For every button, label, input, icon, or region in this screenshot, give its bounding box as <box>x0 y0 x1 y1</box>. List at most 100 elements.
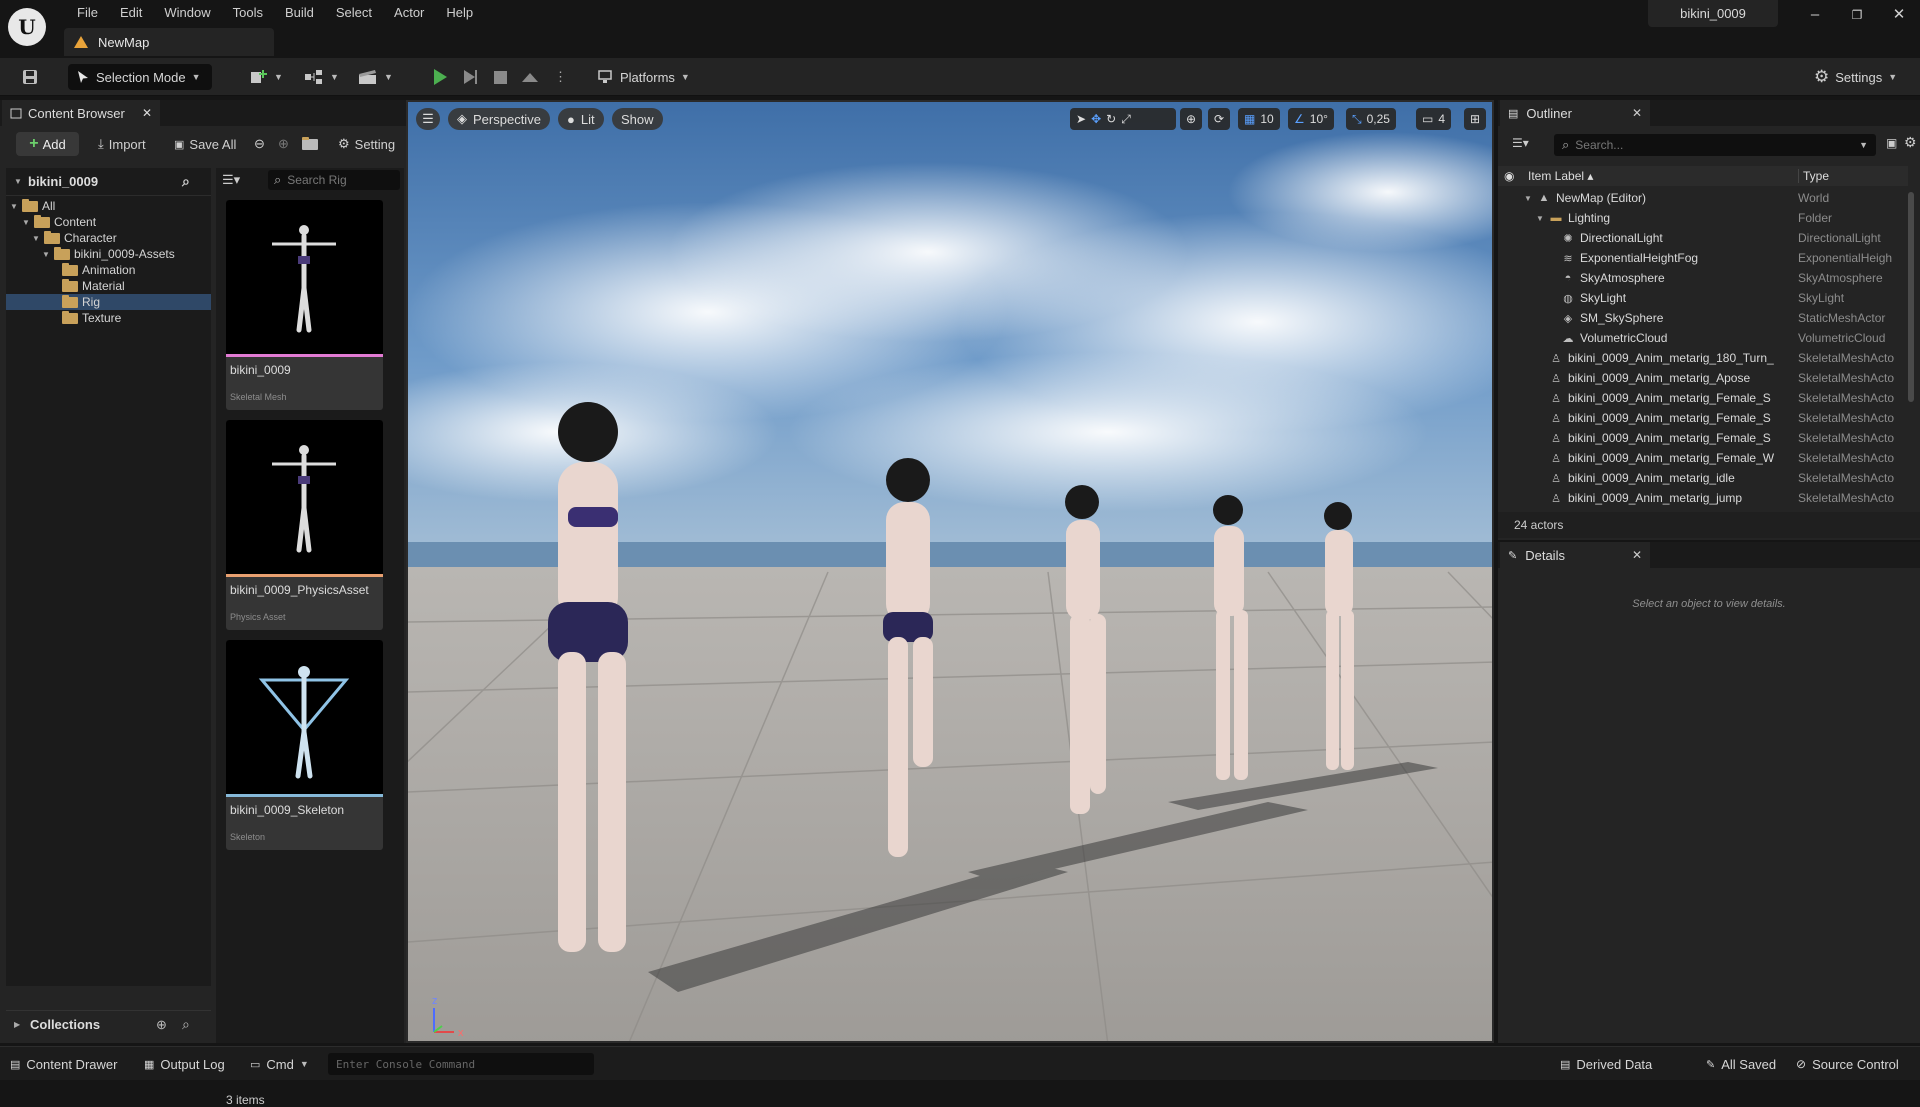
viewport-layout-button[interactable]: ⊞ <box>1464 108 1487 130</box>
outliner-row[interactable]: ♙ bikini_0009_Anim_metarig_Female_W Skelet… <box>1498 448 1906 468</box>
console-command-input[interactable]: Enter Console Command <box>328 1053 594 1075</box>
play-button[interactable] <box>426 64 455 90</box>
outliner-row[interactable]: ◍ SkyLight SkyLight <box>1498 288 1906 308</box>
outliner-row[interactable]: ♙ bikini_0009_Anim_metarig_Female_S Skelet… <box>1498 408 1906 428</box>
grid-snap-button[interactable]: ▦ 10 <box>1238 108 1280 130</box>
rotate-tool-icon[interactable]: ↻ <box>1106 112 1116 126</box>
tree-item-character[interactable]: ▼ Character <box>6 230 211 246</box>
outliner-row[interactable]: ♙ bikini_0009_Anim_metarig_Female_S Skelet… <box>1498 428 1906 448</box>
cinematics-button[interactable]: ▼ <box>350 64 401 90</box>
minimize-icon[interactable]: – <box>1802 4 1828 26</box>
tree-item-content[interactable]: ▼ Content <box>6 214 211 230</box>
camera-speed-button[interactable]: ▭ 4 <box>1416 108 1452 130</box>
menu-help[interactable]: Help <box>435 3 484 23</box>
tab-content-browser[interactable]: Content Browser ✕ <box>2 100 160 126</box>
content-drawer-button[interactable]: ▤ Content Drawer <box>10 1047 117 1081</box>
outliner-row[interactable]: ♙ bikini_0009_Anim_metarig_jump SkeletalMe… <box>1498 488 1906 506</box>
collapse-arrow-icon[interactable]: ▼ <box>14 177 22 186</box>
add-folder-icon[interactable]: ▣ <box>1886 136 1897 150</box>
forward-button[interactable]: ⊕ <box>278 132 289 156</box>
source-control-button[interactable]: ⊘ Source Control <box>1796 1047 1899 1081</box>
menu-actor[interactable]: Actor <box>383 3 435 23</box>
close-tab-icon[interactable]: ✕ <box>1632 548 1642 562</box>
asset-tile-skeleton[interactable]: bikini_0009_Skeleton Skeleton <box>226 640 383 850</box>
menu-edit[interactable]: Edit <box>109 3 153 23</box>
tree-item-all[interactable]: ▼ All <box>6 198 211 214</box>
eject-button[interactable] <box>514 64 546 90</box>
import-button[interactable]: ⤓ Import <box>98 132 146 156</box>
outliner-row[interactable]: ♙ bikini_0009_Anim_metarig_Female_S Skelet… <box>1498 388 1906 408</box>
asset-search-input[interactable]: ⌕ Search Rig <box>268 170 400 190</box>
collapse-arrow-icon[interactable]: ▼ <box>1536 214 1544 223</box>
asset-tile-physics-asset[interactable]: bikini_0009_PhysicsAsset Physics Asset <box>226 420 383 630</box>
column-item-label[interactable]: Item Label ▴ <box>1528 169 1593 183</box>
stop-button[interactable] <box>486 64 515 90</box>
tab-details[interactable]: ✎ Details ✕ <box>1500 542 1650 568</box>
tab-outliner[interactable]: ▤ Outliner ✕ <box>1500 100 1650 126</box>
blueprints-button[interactable]: ▼ <box>296 64 347 90</box>
outliner-row[interactable]: ✺ DirectionalLight DirectionalLight <box>1498 228 1906 248</box>
back-button[interactable]: ⊖ <box>254 132 265 156</box>
derived-data-button[interactable]: ▤ Derived Data <box>1560 1047 1652 1081</box>
lit-button[interactable]: ● Lit <box>558 108 604 130</box>
save-all-button[interactable]: ▣ Save All <box>174 132 236 156</box>
column-type[interactable]: Type <box>1798 169 1829 183</box>
translate-tool-icon[interactable]: ✥ <box>1091 112 1101 126</box>
search-icon[interactable]: ⌕ <box>182 1016 190 1033</box>
menu-select[interactable]: Select <box>325 3 383 23</box>
outliner-row[interactable]: ◓ SkyAtmosphere SkyAtmosphere <box>1498 268 1906 288</box>
outliner-row[interactable]: ≋ ExponentialHeightFog ExponentialHeigh <box>1498 248 1906 268</box>
outliner-row[interactable]: ▼ ▬ Lighting Folder <box>1498 208 1906 228</box>
selection-mode-dropdown[interactable]: Selection Mode ▼ <box>68 64 212 90</box>
tree-item-texture[interactable]: Texture <box>6 310 211 326</box>
scale-snap-button[interactable]: ⤡ 0,25 <box>1346 108 1396 130</box>
menu-file[interactable]: File <box>66 3 109 23</box>
rotation-snap-button[interactable]: ∠ 10° <box>1288 108 1334 130</box>
tree-item-material[interactable]: Material <box>6 278 211 294</box>
show-button[interactable]: Show <box>612 108 663 130</box>
collapse-arrow-icon[interactable]: ▼ <box>1524 194 1532 203</box>
scale-tool-icon[interactable]: ⤢ <box>1121 112 1131 127</box>
tree-item-animation[interactable]: Animation <box>6 262 211 278</box>
outliner-scrollbar[interactable] <box>1908 192 1914 402</box>
save-level-button[interactable] <box>14 64 46 90</box>
cmd-dropdown[interactable]: ▭ Cmd ▼ <box>250 1047 309 1081</box>
outliner-row[interactable]: ♙ bikini_0009_Anim_metarig_idle SkeletalMe… <box>1498 468 1906 488</box>
search-icon[interactable]: ⌕ <box>182 173 190 190</box>
outliner-filter-icon[interactable]: ☰▾ <box>1512 136 1529 150</box>
world-local-toggle[interactable]: ⊕ <box>1180 108 1203 130</box>
outliner-search-input[interactable]: ⌕ Search... ▼ <box>1554 134 1876 156</box>
add-collection-icon[interactable]: ⊕ <box>156 1017 167 1033</box>
filter-icon[interactable]: ☰▾ <box>222 172 240 188</box>
perspective-button[interactable]: ◈ Perspective <box>448 108 550 130</box>
level-viewport[interactable]: z x ☰ ◈ Perspective ● Lit Show ➤ ✥ ↻ ⤢ ⊕… <box>406 100 1494 1043</box>
outliner-row[interactable]: ♙ bikini_0009_Anim_metarig_180_Turn_ Skele… <box>1498 348 1906 368</box>
visibility-eye-icon[interactable]: ◉ <box>1504 169 1514 183</box>
close-tab-icon[interactable]: ✕ <box>142 106 152 120</box>
output-log-button[interactable]: ▦ Output Log <box>144 1047 225 1081</box>
add-button[interactable]: + Add <box>16 132 79 156</box>
folder-button[interactable] <box>302 132 318 156</box>
outliner-row[interactable]: ◈ SM_SkySphere StaticMeshActor <box>1498 308 1906 328</box>
select-tool-icon[interactable]: ➤ <box>1076 112 1086 126</box>
menu-tools[interactable]: Tools <box>222 3 274 23</box>
close-window-icon[interactable]: ✕ <box>1886 4 1912 26</box>
all-saved-button[interactable]: ✎ All Saved <box>1706 1047 1776 1081</box>
viewport-options-button[interactable]: ☰ <box>416 108 440 130</box>
menu-build[interactable]: Build <box>274 3 325 23</box>
tree-item-bikini-assets[interactable]: ▼ bikini_0009-Assets <box>6 246 211 262</box>
restore-icon[interactable]: ❐ <box>1844 4 1870 26</box>
surface-snapping-button[interactable]: ⟳ <box>1208 108 1231 130</box>
tree-item-rig[interactable]: Rig <box>6 294 211 310</box>
outliner-row[interactable]: ☁ VolumetricCloud VolumetricCloud <box>1498 328 1906 348</box>
outliner-row[interactable]: ♙ bikini_0009_Anim_metarig_Apose SkeletalM… <box>1498 368 1906 388</box>
gear-icon[interactable]: ⚙ <box>1904 134 1917 151</box>
add-actor-button[interactable]: ▼ <box>242 64 291 90</box>
platforms-dropdown[interactable]: Platforms ▼ <box>590 64 698 90</box>
outliner-row[interactable]: ▼ ▲ NewMap (Editor) World <box>1498 188 1906 208</box>
unreal-logo-icon[interactable]: U <box>8 8 46 46</box>
content-browser-settings-button[interactable]: ⚙ Setting <box>338 132 395 156</box>
collections-header[interactable]: ▶ Collections ⊕ ⌕ <box>6 1010 211 1038</box>
asset-tile-skeletal-mesh[interactable]: bikini_0009 Skeletal Mesh <box>226 200 383 410</box>
advance-frame-button[interactable] <box>456 64 485 90</box>
